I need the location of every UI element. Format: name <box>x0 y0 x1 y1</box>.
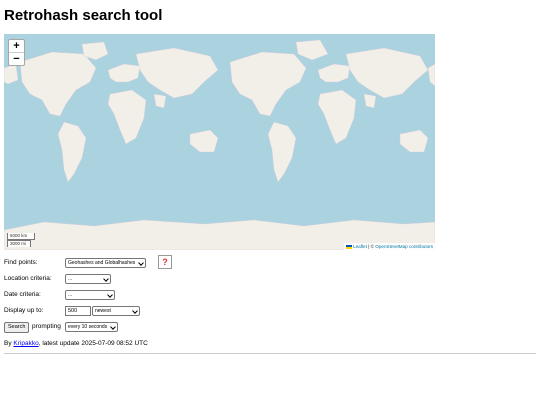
world-map[interactable]: + − 5000 km 3000 mi Leaflet | © OpenStre… <box>4 34 435 250</box>
location-select[interactable]: ... <box>65 274 111 284</box>
footer-update: , latest update 2025-07-09 08:52 UTC <box>38 340 148 347</box>
footer: By Kripakko, latest update 2025-07-09 08… <box>4 339 148 349</box>
display-label: Display up to: <box>4 307 44 314</box>
zoom-in-button[interactable]: + <box>9 40 24 53</box>
osm-link[interactable]: OpenStreetMap contributors <box>375 244 433 249</box>
divider <box>4 353 536 354</box>
author-link[interactable]: Kripakko <box>13 340 38 347</box>
map-attribution: Leaflet | © OpenStreetMap contributors <box>344 243 435 250</box>
display-count-input[interactable]: 500 <box>65 306 91 316</box>
footer-prefix: By <box>4 340 14 347</box>
leaflet-link[interactable]: Leaflet <box>353 244 367 249</box>
location-label: Location criteria: <box>4 275 52 282</box>
scale-mi: 3000 mi <box>7 240 31 247</box>
date-label: Date criteria: <box>4 291 41 298</box>
scale-km: 5000 km <box>7 233 35 240</box>
zoom-control: + − <box>8 39 25 66</box>
prompt-interval-select[interactable]: every 10 seconds <box>65 322 119 332</box>
search-button[interactable]: Search <box>4 322 30 333</box>
find-points-label: Find points: <box>4 259 38 266</box>
page-title: Retrohash search tool <box>4 7 163 24</box>
find-points-select[interactable]: Geohashes and Globalhashes <box>65 258 147 268</box>
world-map-tiles[interactable] <box>4 34 435 250</box>
help-icon[interactable]: ? <box>158 255 172 269</box>
zoom-out-button[interactable]: − <box>9 53 24 65</box>
ukraine-flag-icon <box>346 244 353 249</box>
display-order-select[interactable]: newest <box>92 306 140 316</box>
prompting-label: prompting <box>32 323 61 330</box>
date-select[interactable]: ... <box>65 290 115 300</box>
